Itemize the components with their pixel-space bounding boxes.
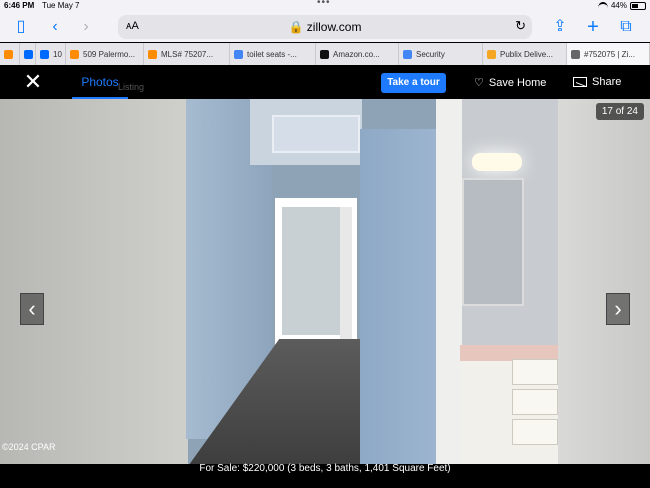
back-icon[interactable]: ‹ — [46, 18, 64, 36]
photo-door-frame — [436, 99, 464, 465]
tab-5[interactable]: toilet seats -... — [230, 43, 316, 65]
tab-4[interactable]: MLS# 75207... — [144, 43, 230, 65]
take-a-tour-button[interactable]: Take a tour — [381, 73, 446, 93]
tab-favicon — [234, 49, 243, 59]
tab-label: 509 Palermo... — [83, 49, 136, 59]
battery-icon — [630, 1, 646, 10]
photo-copyright: ©2024 CPAR — [2, 442, 56, 452]
share-label: Share — [592, 76, 622, 88]
status-time: 6:46 PM — [4, 1, 35, 10]
ios-status-bar: 6:46 PM Tue May 7 ••• 44% — [0, 0, 650, 12]
photo-drawer — [512, 359, 558, 385]
lock-icon: 🔒 — [288, 20, 307, 34]
tab-3[interactable]: 509 Palermo... — [66, 43, 144, 65]
listing-caption: For Sale: $220,000 (3 beds, 3 baths, 1,4… — [0, 464, 650, 488]
tab-label: Security — [416, 49, 445, 59]
photo-mirror — [462, 178, 524, 306]
photo-vanity-light — [472, 153, 522, 171]
browser-toolbar: ▯ ‹ › ᴀA 🔒 zillow.com ↻ ⇪ + ⧉ — [0, 12, 650, 42]
photo-hall-wall-right — [360, 129, 436, 465]
tab-favicon — [571, 49, 580, 59]
url-domain: zillow.com — [306, 20, 362, 34]
photo-drawer — [512, 419, 558, 445]
status-date: Tue May 7 — [42, 1, 80, 10]
multitasking-dots-icon[interactable]: ••• — [317, 0, 331, 8]
save-home-button[interactable]: ♡ Save Home — [474, 76, 547, 90]
tab-favicon — [320, 49, 329, 59]
tab-bar: 10 509 Palermo... MLS# 75207... toilet s… — [0, 43, 650, 65]
forward-icon[interactable]: › — [77, 18, 95, 36]
tab-favicon — [4, 49, 13, 59]
tab-8[interactable]: Publix Delive... — [483, 43, 567, 65]
photo-attic-hatch — [272, 115, 360, 153]
heart-icon: ♡ — [474, 77, 484, 89]
address-bar[interactable]: ᴀA 🔒 zillow.com ↻ — [118, 15, 532, 39]
listing-photo: ‹ › — [0, 99, 650, 465]
tab-favicon — [403, 49, 412, 59]
share-button[interactable]: Share — [573, 76, 621, 88]
photo-drawer — [512, 389, 558, 415]
chevron-left-icon: ‹ — [28, 296, 36, 321]
previous-photo-button[interactable]: ‹ — [20, 293, 44, 325]
status-right: 44% — [597, 1, 646, 10]
tab-favicon — [40, 49, 49, 59]
wifi-icon — [597, 1, 608, 10]
tab-label: #752075 | Zi... — [584, 49, 635, 59]
reload-icon[interactable]: ↻ — [515, 18, 526, 34]
viewer-header: ✕ Listing Photos Take a tour ♡ Save Home … — [0, 66, 650, 99]
tab-1[interactable] — [20, 43, 36, 65]
tab-2[interactable]: 10 — [36, 43, 66, 65]
tab-6[interactable]: Amazon.co... — [316, 43, 399, 65]
url-text[interactable]: 🔒 zillow.com — [118, 20, 532, 34]
chevron-right-icon: › — [614, 296, 622, 321]
photo-counter: 17 of 24 — [595, 103, 644, 120]
tab-label: toilet seats -... — [247, 49, 297, 59]
envelope-icon — [573, 77, 587, 87]
tab-favicon — [70, 49, 79, 59]
tab-0[interactable] — [0, 43, 20, 65]
photo-right-wall — [558, 99, 650, 465]
tab-label: 10 — [53, 49, 62, 59]
photo-far-room — [282, 207, 340, 335]
tab-9-active[interactable]: #752075 | Zi... — [567, 43, 650, 65]
tab-photos[interactable]: Photos — [72, 75, 128, 99]
photo-viewer: ✕ Listing Photos Take a tour ♡ Save Home … — [0, 66, 650, 488]
tabs-icon[interactable]: ⧉ — [617, 18, 635, 36]
share-icon[interactable]: ⇪ — [551, 18, 569, 36]
tab-favicon — [487, 49, 496, 59]
tab-label: Publix Delive... — [500, 49, 553, 59]
tab-label: Amazon.co... — [333, 49, 380, 59]
tab-7[interactable]: Security — [399, 43, 483, 65]
sidebar-icon[interactable]: ▯ — [12, 18, 30, 36]
battery-percent: 44% — [610, 1, 627, 10]
tab-favicon — [148, 49, 157, 59]
photo-left-wall — [0, 99, 188, 465]
close-button[interactable]: ✕ — [22, 71, 44, 94]
next-photo-button[interactable]: › — [606, 293, 630, 325]
tab-label: MLS# 75207... — [161, 49, 214, 59]
tab-favicon — [24, 49, 33, 59]
save-home-label: Save Home — [488, 76, 547, 89]
new-tab-icon[interactable]: + — [584, 17, 602, 37]
